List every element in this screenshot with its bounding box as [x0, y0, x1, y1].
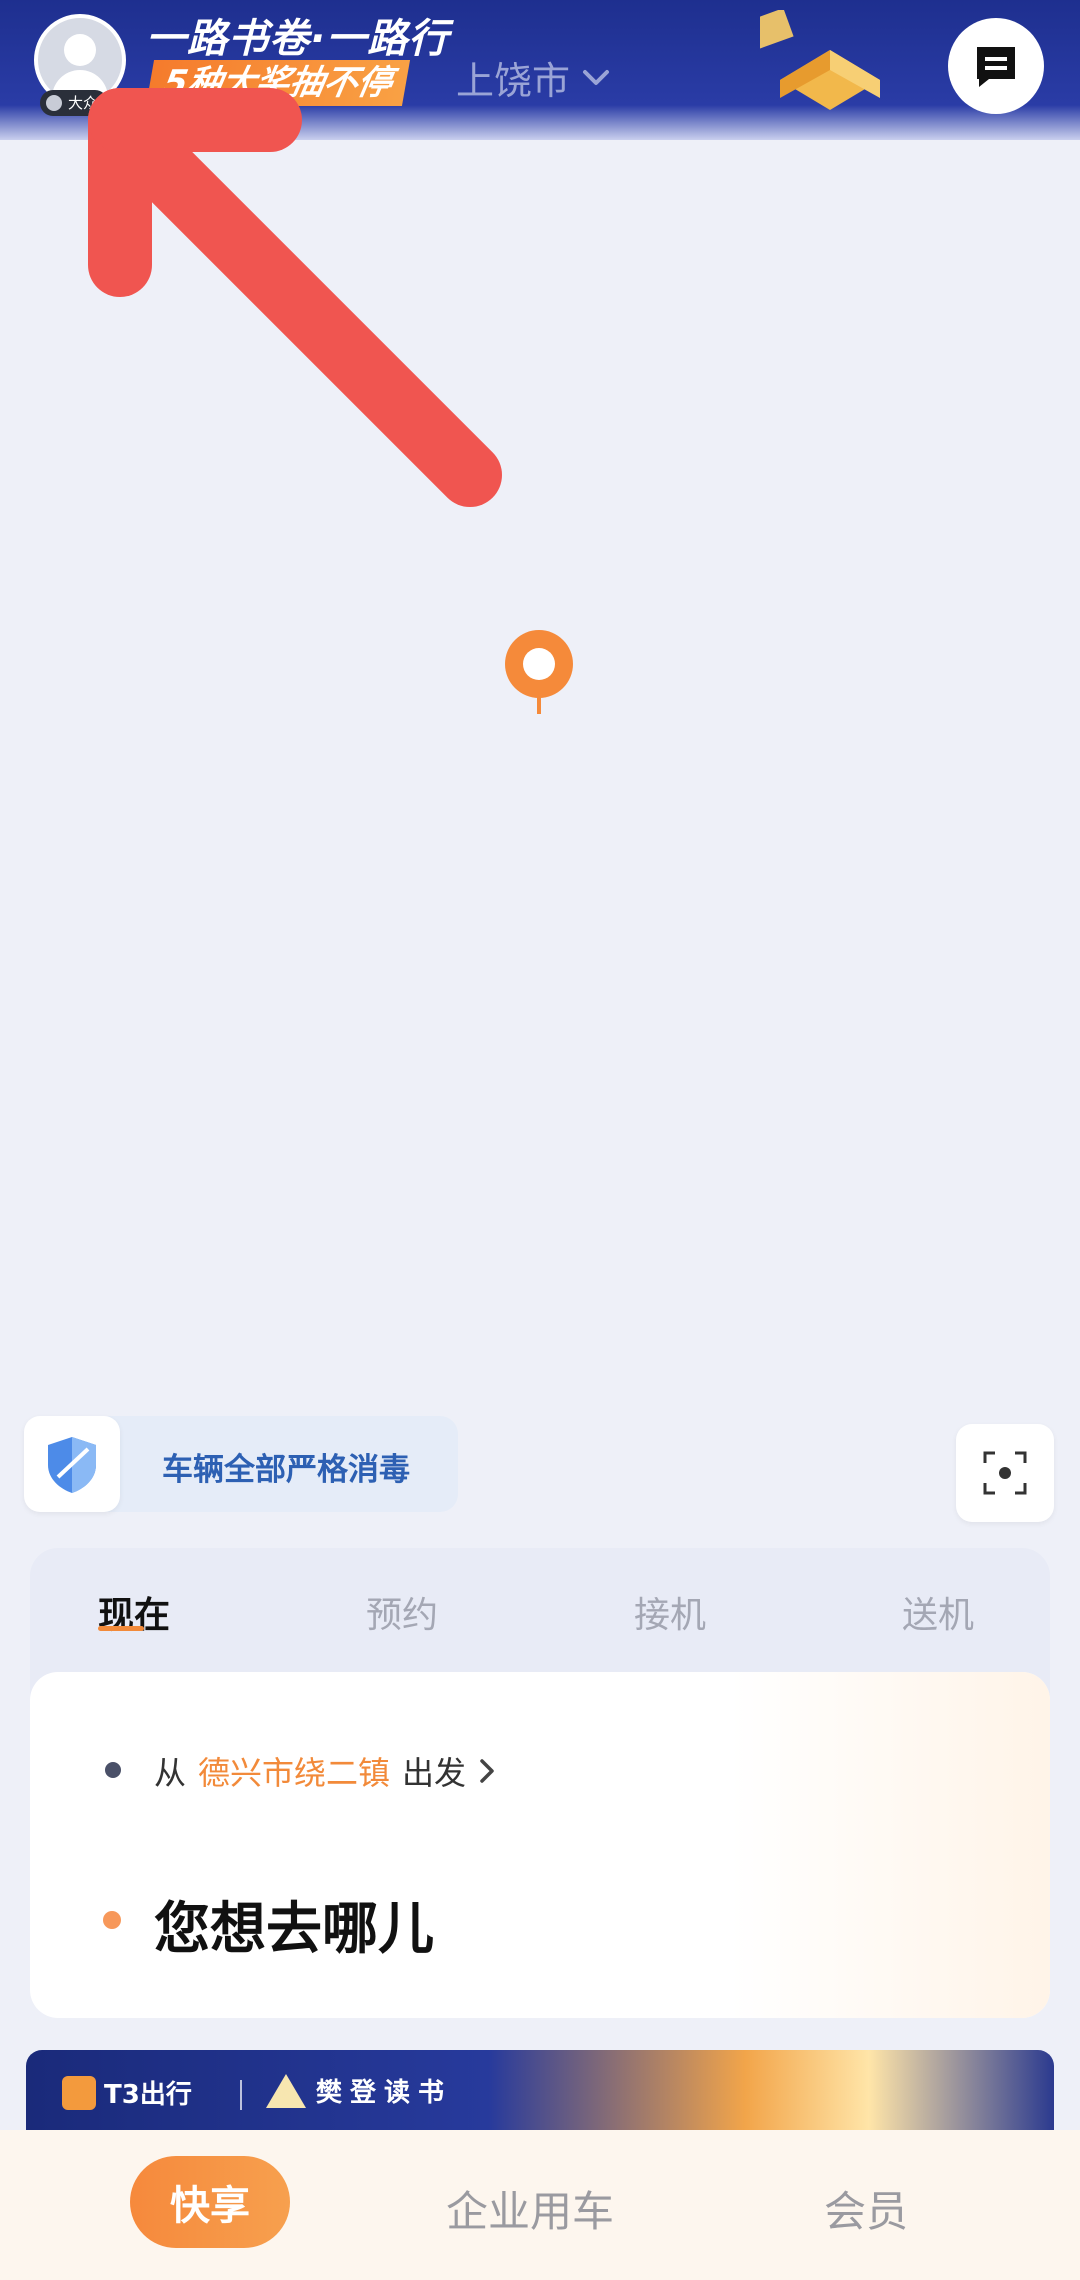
message-icon	[977, 47, 1015, 87]
tab-active-indicator	[98, 1626, 144, 1631]
message-button[interactable]	[948, 18, 1044, 114]
t3-brand-name: T3出行	[104, 2080, 192, 2110]
trip-panel	[30, 1672, 1050, 2018]
location-pin-icon	[505, 630, 573, 714]
city-label: 上饶市	[456, 59, 571, 103]
shield-icon	[48, 1437, 96, 1493]
book-illustration	[760, 10, 880, 110]
nav-enterprise[interactable]: 企业用车	[446, 2178, 614, 2239]
member-level-label: 大众	[68, 94, 99, 112]
level-icon	[46, 95, 62, 111]
city-selector[interactable]: 上饶市	[456, 50, 610, 105]
recenter-button[interactable]	[956, 1424, 1054, 1522]
origin-selector[interactable]: 从 德兴市绕二镇 出发	[154, 1748, 496, 1794]
tab-airport-pickup[interactable]: 接机	[634, 1586, 706, 1638]
trip-panel-glow	[730, 1672, 1050, 2018]
shield-icon-box	[24, 1416, 120, 1512]
partner-brand: 樊登读书	[266, 2072, 452, 2109]
promo-slogan: 一路书卷·一路行	[146, 16, 450, 62]
origin-prefix: 从	[154, 1754, 187, 1792]
origin-suffix: 出发	[402, 1754, 467, 1792]
tab-airport-dropoff[interactable]: 送机	[902, 1586, 974, 1638]
banner-divider	[240, 2080, 242, 2110]
nav-membership[interactable]: 会员	[824, 2178, 908, 2239]
origin-place: 德兴市绕二镇	[198, 1754, 391, 1792]
avatar-head-shape	[64, 34, 96, 66]
partner-brand-name: 樊登读书	[316, 2078, 453, 2108]
recenter-icon	[983, 1451, 1027, 1495]
t3-brand: T3出行	[62, 2074, 192, 2111]
nav-express[interactable]: 快享	[130, 2156, 290, 2248]
destination-dot	[103, 1911, 121, 1929]
member-level-badge: 大众	[40, 90, 109, 116]
safety-notice-text: 车辆全部严格消毒	[162, 1452, 410, 1488]
map-area[interactable]	[0, 140, 1080, 1420]
t3-logo-icon	[62, 2075, 96, 2110]
promo-banner[interactable]: T3出行 樊登读书	[26, 2050, 1054, 2140]
chevron-down-icon	[583, 69, 610, 85]
destination-input[interactable]: 您想去哪儿	[154, 1884, 434, 1965]
origin-dot	[105, 1762, 121, 1778]
tab-reserve[interactable]: 预约	[366, 1586, 438, 1638]
chevron-right-icon	[480, 1759, 494, 1783]
partner-logo-icon	[266, 2073, 306, 2108]
promo-prize-tag[interactable]: 5种大奖抽不停	[145, 60, 410, 106]
